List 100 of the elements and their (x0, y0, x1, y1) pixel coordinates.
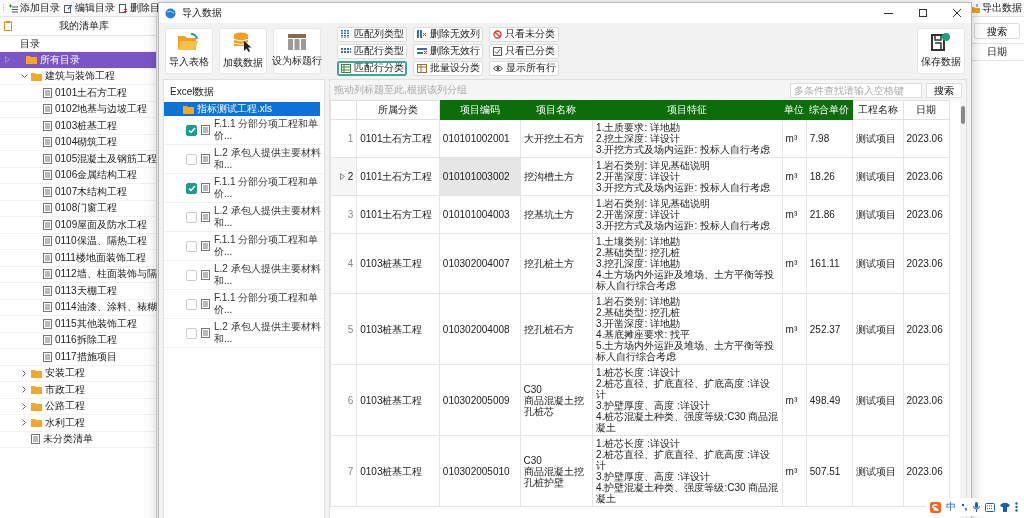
tool-button[interactable]: 只看未分类 (489, 26, 559, 42)
tree-item[interactable]: 0106金属结构工程 (0, 167, 156, 184)
tool-button[interactable]: 匹配列类型 (337, 26, 407, 42)
keyboard-icon[interactable] (985, 502, 995, 512)
checkbox[interactable] (186, 211, 197, 223)
sheet-item[interactable]: F.1.1 分部分项工程和单价... (214, 118, 322, 142)
tree-item[interactable]: 安装工程 (0, 365, 156, 382)
tool-button[interactable]: 删除无效列 (413, 26, 483, 42)
chevron-down-icon[interactable] (20, 73, 28, 79)
close-icon[interactable] (953, 9, 961, 17)
grip-icon[interactable] (2, 4, 5, 12)
ime-logo-icon[interactable] (930, 501, 941, 513)
maximize-icon[interactable] (919, 9, 927, 17)
sheet-item[interactable]: L.2 承包人提供主要材料和... (214, 205, 322, 229)
toolbar-button[interactable]: 导入表格 (165, 28, 213, 74)
search-field[interactable]: 多条件查找请输入空格键 (790, 82, 922, 98)
tree-item[interactable]: 0109屋面及防水工程 (0, 217, 156, 234)
tool-button[interactable]: 显示所有行 (489, 60, 559, 76)
column-header[interactable]: 综合单价 (806, 100, 853, 120)
tree-item[interactable]: 未分类清单 (0, 431, 156, 448)
more-icon[interactable] (1015, 502, 1018, 512)
tool-button[interactable]: 匹配行分类 (337, 60, 407, 76)
clipboard-icon (4, 21, 12, 31)
tree-item[interactable]: 0107木结构工程 (0, 184, 156, 201)
sheet-item[interactable]: F.1.1 分部分项工程和单价... (214, 176, 322, 200)
sheet-item[interactable]: F.1.1 分部分项工程和单价... (214, 292, 322, 316)
tree-item[interactable]: 0103桩基工程 (0, 118, 156, 135)
tree-item[interactable]: 0113天棚工程 (0, 283, 156, 300)
column-header[interactable]: 项目名称 (520, 100, 593, 120)
list-icon (201, 241, 210, 251)
table-cell: 测试项目 (852, 157, 904, 196)
list-icon (43, 252, 52, 263)
toolbar-button[interactable]: 编辑目录 (64, 1, 115, 15)
file-item[interactable]: 指标测试工程.xls (164, 102, 320, 116)
tree-item[interactable]: 0111楼地面装饰工程 (0, 250, 156, 267)
shirt-icon[interactable] (1000, 502, 1010, 512)
checkbox[interactable] (186, 153, 197, 165)
minimize-icon[interactable] (884, 12, 893, 14)
toolbar-button[interactable]: 设为标题行 (273, 28, 321, 74)
column-header[interactable]: 工程名称 (852, 100, 904, 120)
search-button[interactable]: 搜索 (974, 23, 1020, 39)
table-cell: C30 商品混凝土挖孔桩护壁 (520, 435, 593, 507)
table-edit-icon (416, 63, 427, 73)
tool-button[interactable]: 匹配行类型 (337, 43, 407, 59)
table-cell: 测试项目 (852, 435, 904, 507)
tree-item[interactable]: 水利工程 (0, 415, 156, 432)
list-icon (43, 186, 52, 197)
column-header[interactable]: 日期 (903, 100, 950, 120)
tool-button[interactable]: 批量设分类 (413, 60, 483, 76)
list-icon (201, 154, 210, 164)
tree-item[interactable]: 公路工程 (0, 398, 156, 415)
tree-item[interactable]: 0105混凝土及钢筋工程 (0, 151, 156, 168)
microphone-icon[interactable] (973, 502, 980, 512)
tree-item[interactable]: 0115其他装饰工程 (0, 316, 156, 333)
tree-item[interactable]: 市政工程 (0, 382, 156, 399)
tree-item[interactable]: 0114油漆、涂料、裱糊 (0, 299, 156, 316)
checkbox[interactable] (186, 327, 197, 339)
sheet-item[interactable]: F.1.1 分部分项工程和单价... (214, 234, 322, 258)
punctuation-icon[interactable] (961, 503, 968, 511)
search-button[interactable]: 搜索 (926, 82, 962, 98)
folder-icon (31, 385, 42, 395)
checkbox[interactable] (186, 182, 197, 194)
toolbar-button[interactable]: 加载数据 (219, 28, 267, 74)
tree-item[interactable]: 0108门窗工程 (0, 200, 156, 217)
table-cell: 498.49 (806, 364, 853, 436)
toolbar-button[interactable]: 删除目 (119, 1, 160, 15)
scrollbar[interactable] (960, 100, 966, 518)
tree-item[interactable]: 0112墙、柱面装饰与隔 (0, 266, 156, 283)
tree-item[interactable]: 0110保温、隔热工程 (0, 233, 156, 250)
column-header[interactable]: 所属分类 (356, 100, 440, 120)
tree-item[interactable]: 所有目录 (0, 52, 156, 69)
tool-button[interactable]: 只看已分类 (489, 43, 559, 59)
chevron-right-icon[interactable] (21, 369, 27, 377)
tree-item[interactable]: 0116拆除工程 (0, 332, 156, 349)
checkbox[interactable] (186, 240, 197, 252)
checkbox[interactable] (186, 124, 197, 136)
table-cell: 0101土石方工程 (356, 195, 440, 234)
sheet-item[interactable]: L.2 承包人提供主要材料和... (214, 147, 322, 171)
sheet-item[interactable]: L.2 承包人提供主要材料和... (214, 321, 322, 345)
export-button[interactable]: 导出数据 (971, 1, 1022, 15)
tool-button[interactable]: 删除无效行 (413, 43, 483, 59)
tree-item[interactable]: 0117措施项目 (0, 349, 156, 366)
row-number: 5 (330, 293, 357, 365)
checkbox[interactable] (186, 298, 197, 310)
column-header[interactable]: 项目编码 (439, 100, 520, 120)
table-cell: 21.86 (806, 195, 853, 234)
tree-item[interactable]: 建筑与装饰工程 (0, 68, 156, 85)
checkbox[interactable] (186, 269, 197, 281)
sheet-item[interactable]: L.2 承包人提供主要材料和... (214, 263, 322, 287)
column-header[interactable]: 单位 (782, 100, 807, 120)
save-button[interactable]: 保存数据 (917, 28, 965, 74)
tree-item[interactable]: 0101土石方工程 (0, 85, 156, 102)
toolbar-button[interactable]: 添加目录 (9, 1, 60, 15)
table-cell: m³ (782, 195, 807, 234)
tree-item[interactable]: 0104砌筑工程 (0, 134, 156, 151)
column-header[interactable]: 项目特征 (592, 100, 783, 120)
chevron-right-icon[interactable] (21, 419, 27, 427)
tree-item[interactable]: 0102地基与边坡工程 (0, 101, 156, 118)
group-hint: 拖动列标题至此,根据该列分组 (334, 83, 467, 97)
panel-title: Excel数据 (169, 85, 216, 99)
